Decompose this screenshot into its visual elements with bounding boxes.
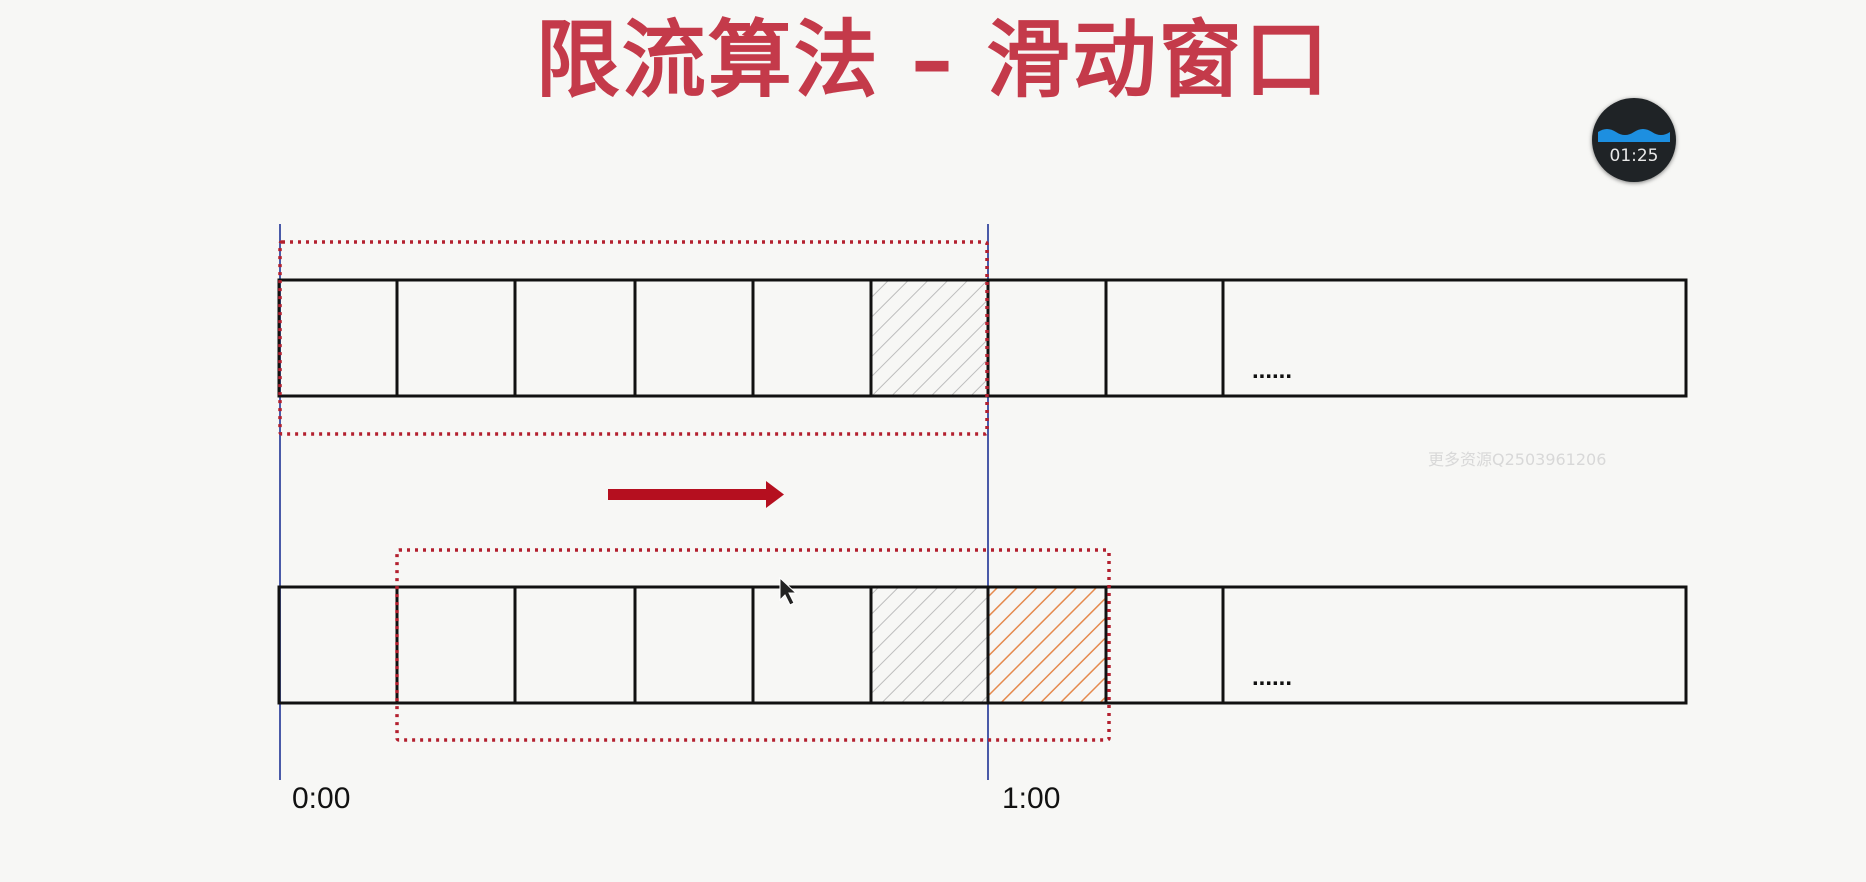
- sliding-window-diagram: ...... ......: [277, 224, 1688, 780]
- ellipsis: ......: [1252, 357, 1292, 384]
- time-label-end: 1:00: [1002, 782, 1061, 815]
- cell-hatch-new: [988, 587, 1106, 703]
- slide-arrow-icon: [608, 481, 784, 508]
- timeline-row-2: ......: [277, 548, 1688, 742]
- timeline-row-1: ......: [277, 240, 1688, 436]
- cell-hatch: [871, 587, 988, 703]
- ellipsis: ......: [1252, 664, 1292, 691]
- cell-hatch: [871, 280, 988, 396]
- time-label-start: 0:00: [292, 782, 351, 815]
- mouse-cursor-icon: [779, 576, 798, 606]
